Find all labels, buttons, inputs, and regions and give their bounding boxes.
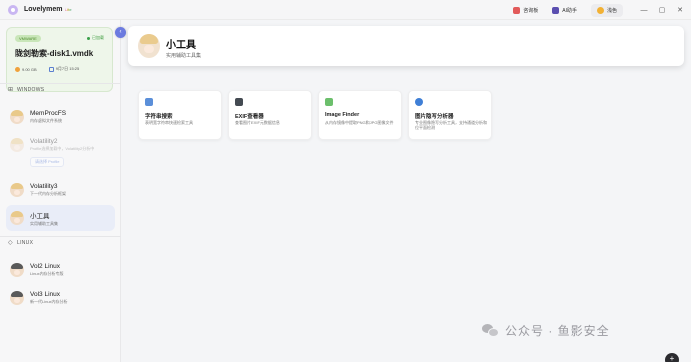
chat-board-button[interactable]: 咨询板: [513, 6, 539, 14]
linux-section-label: LINUX: [17, 240, 34, 246]
volatility2-avatar: [10, 138, 24, 152]
theme-toggle-button[interactable]: 浅色: [590, 3, 623, 17]
disk-status-label: 已加载: [92, 35, 104, 40]
sidebar-item-memprocfs[interactable]: MemProcFS 内存虚拟文件系统: [6, 104, 115, 130]
sidebar-item-title: Volatility3: [30, 183, 58, 190]
watermark-text: 公众号 · 鱼影安全: [505, 324, 610, 338]
disk-size-icon: [15, 66, 20, 72]
sidebar-item-volatility3[interactable]: Volatility3 下一代内存分析框架: [6, 177, 115, 203]
sidebar-divider: [0, 236, 121, 237]
disk-status: 已加载: [87, 35, 104, 41]
magnifier-icon: [415, 98, 423, 106]
tool-card-stego-analyzer[interactable]: 图片隐写分析器 专业图像隐写分析工具，支持通道分析和位平面检测: [408, 90, 492, 140]
watermark: 公众号 · 鱼影安全: [482, 322, 610, 339]
sidebar-item-subtitle: Profile选择加载中，Volatility2分析中: [30, 146, 95, 151]
ai-assistant-label: AI助手: [562, 7, 577, 14]
disk-date: 9月7日 15:25: [55, 66, 80, 71]
sidebar-item-volatility2[interactable]: Volatility2 Profile选择加载中，Volatility2分析中 …: [6, 133, 115, 173]
sidebar-item-title: 小工具: [30, 212, 50, 220]
tool-name: 图片隐写分析器: [415, 114, 454, 120]
sidebar-item-tools[interactable]: 小工具 实用辅助工具集: [6, 205, 115, 231]
chat-board-label: 咨询板: [523, 7, 539, 14]
volatility3-avatar: [10, 183, 24, 197]
tool-description: 专业图像隐写分析工具，支持通道分析和位平面检测: [415, 120, 487, 130]
vol2-linux-avatar: [10, 263, 24, 277]
disk-type-badge: VMWARE: [15, 35, 41, 42]
page-avatar: [138, 34, 160, 58]
app-edition: Lite: [64, 7, 72, 12]
wechat-icon: [482, 324, 499, 337]
disk-name: 陇剑勒索-disk1.vmdk: [15, 49, 94, 58]
sidebar-item-title: Vol2 Linux: [30, 263, 60, 270]
sidebar-item-subtitle: 新一代Linux内存分析: [30, 299, 68, 304]
sun-icon: [596, 6, 604, 14]
tool-name: Image Finder: [325, 112, 360, 118]
camera-icon: [235, 98, 243, 106]
sidebar-item-vol3-linux[interactable]: Vol3 Linux 新一代Linux内存分析: [6, 285, 115, 311]
tool-card-exif-viewer[interactable]: EXIF查看器 查看图片EXIF元数据信息: [228, 90, 312, 140]
sidebar-item-subtitle: 下一代内存分析框架: [30, 191, 66, 196]
collapse-sidebar-button[interactable]: ‹: [115, 27, 126, 38]
sidebar: VMWARE 已加载 陇剑勒索-disk1.vmdk 9.00 GB 9月7日 …: [0, 20, 121, 362]
vol3-linux-avatar: [10, 291, 24, 305]
page-subtitle: 实用辅助工具集: [166, 53, 202, 59]
linux-icon: ◇: [8, 240, 13, 246]
windows-section-label: WINDOWS: [17, 87, 45, 93]
status-dot-icon: [87, 36, 90, 40]
windows-icon: ⊞: [8, 87, 14, 93]
tool-description: 表明宽字符串快速检索工具: [145, 120, 193, 125]
sidebar-divider: [0, 83, 121, 84]
windows-section-header: ⊞ WINDOWS: [8, 87, 44, 93]
text-icon: [145, 98, 153, 106]
tool-card-image-finder[interactable]: Image Finder 从内存镜像中提取PNG和JPG图像文件: [318, 90, 402, 140]
tool-card-string-search[interactable]: 字符串搜索 表明宽字符串快速检索工具: [138, 90, 222, 140]
disk-size: 9.00 GB: [22, 66, 37, 72]
title-bar: Lovelymem Lite 咨询板 AI助手 浅色 — ▢ ✕: [0, 0, 691, 20]
calendar-icon: [48, 66, 54, 72]
tool-description: 查看图片EXIF元数据信息: [235, 120, 280, 125]
minimize-button[interactable]: —: [637, 7, 651, 14]
app-logo-icon: [8, 4, 18, 15]
sidebar-item-subtitle: 内存虚拟文件系统: [30, 118, 62, 123]
page-header: 小工具 实用辅助工具集: [128, 26, 684, 66]
close-button[interactable]: ✕: [673, 6, 687, 14]
select-profile-button[interactable]: 请选择 Profile: [30, 157, 65, 167]
sidebar-item-title: Volatility2: [30, 138, 58, 145]
sidebar-item-title: MemProcFS: [30, 110, 67, 117]
app-name: Lovelymem: [24, 6, 63, 13]
tool-name: 字符串搜索: [145, 114, 173, 120]
maximize-button[interactable]: ▢: [655, 6, 669, 14]
disk-meta: 9.00 GB 9月7日 15:25: [15, 66, 79, 72]
tool-name: EXIF查看器: [235, 114, 264, 120]
page-title: 小工具: [166, 40, 196, 51]
robot-icon: [552, 6, 560, 14]
linux-section-header: ◇ LINUX: [8, 240, 33, 246]
sidebar-item-vol2-linux[interactable]: Vol2 Linux Linux内存分析专版: [6, 257, 115, 283]
ai-assistant-button[interactable]: AI助手: [552, 6, 577, 14]
sidebar-item-subtitle: 实用辅助工具集: [30, 220, 58, 226]
sidebar-item-subtitle: Linux内存分析专版: [30, 271, 64, 276]
tools-avatar: [10, 211, 24, 225]
theme-label: 浅色: [606, 7, 617, 14]
image-icon: [325, 98, 333, 106]
chat-icon: [513, 6, 521, 14]
sidebar-item-title: Vol3 Linux: [30, 291, 60, 298]
floating-action-button[interactable]: +: [665, 353, 679, 362]
tool-description: 从内存镜像中提取PNG和JPG图像文件: [325, 120, 394, 125]
memprocfs-avatar: [10, 110, 24, 124]
